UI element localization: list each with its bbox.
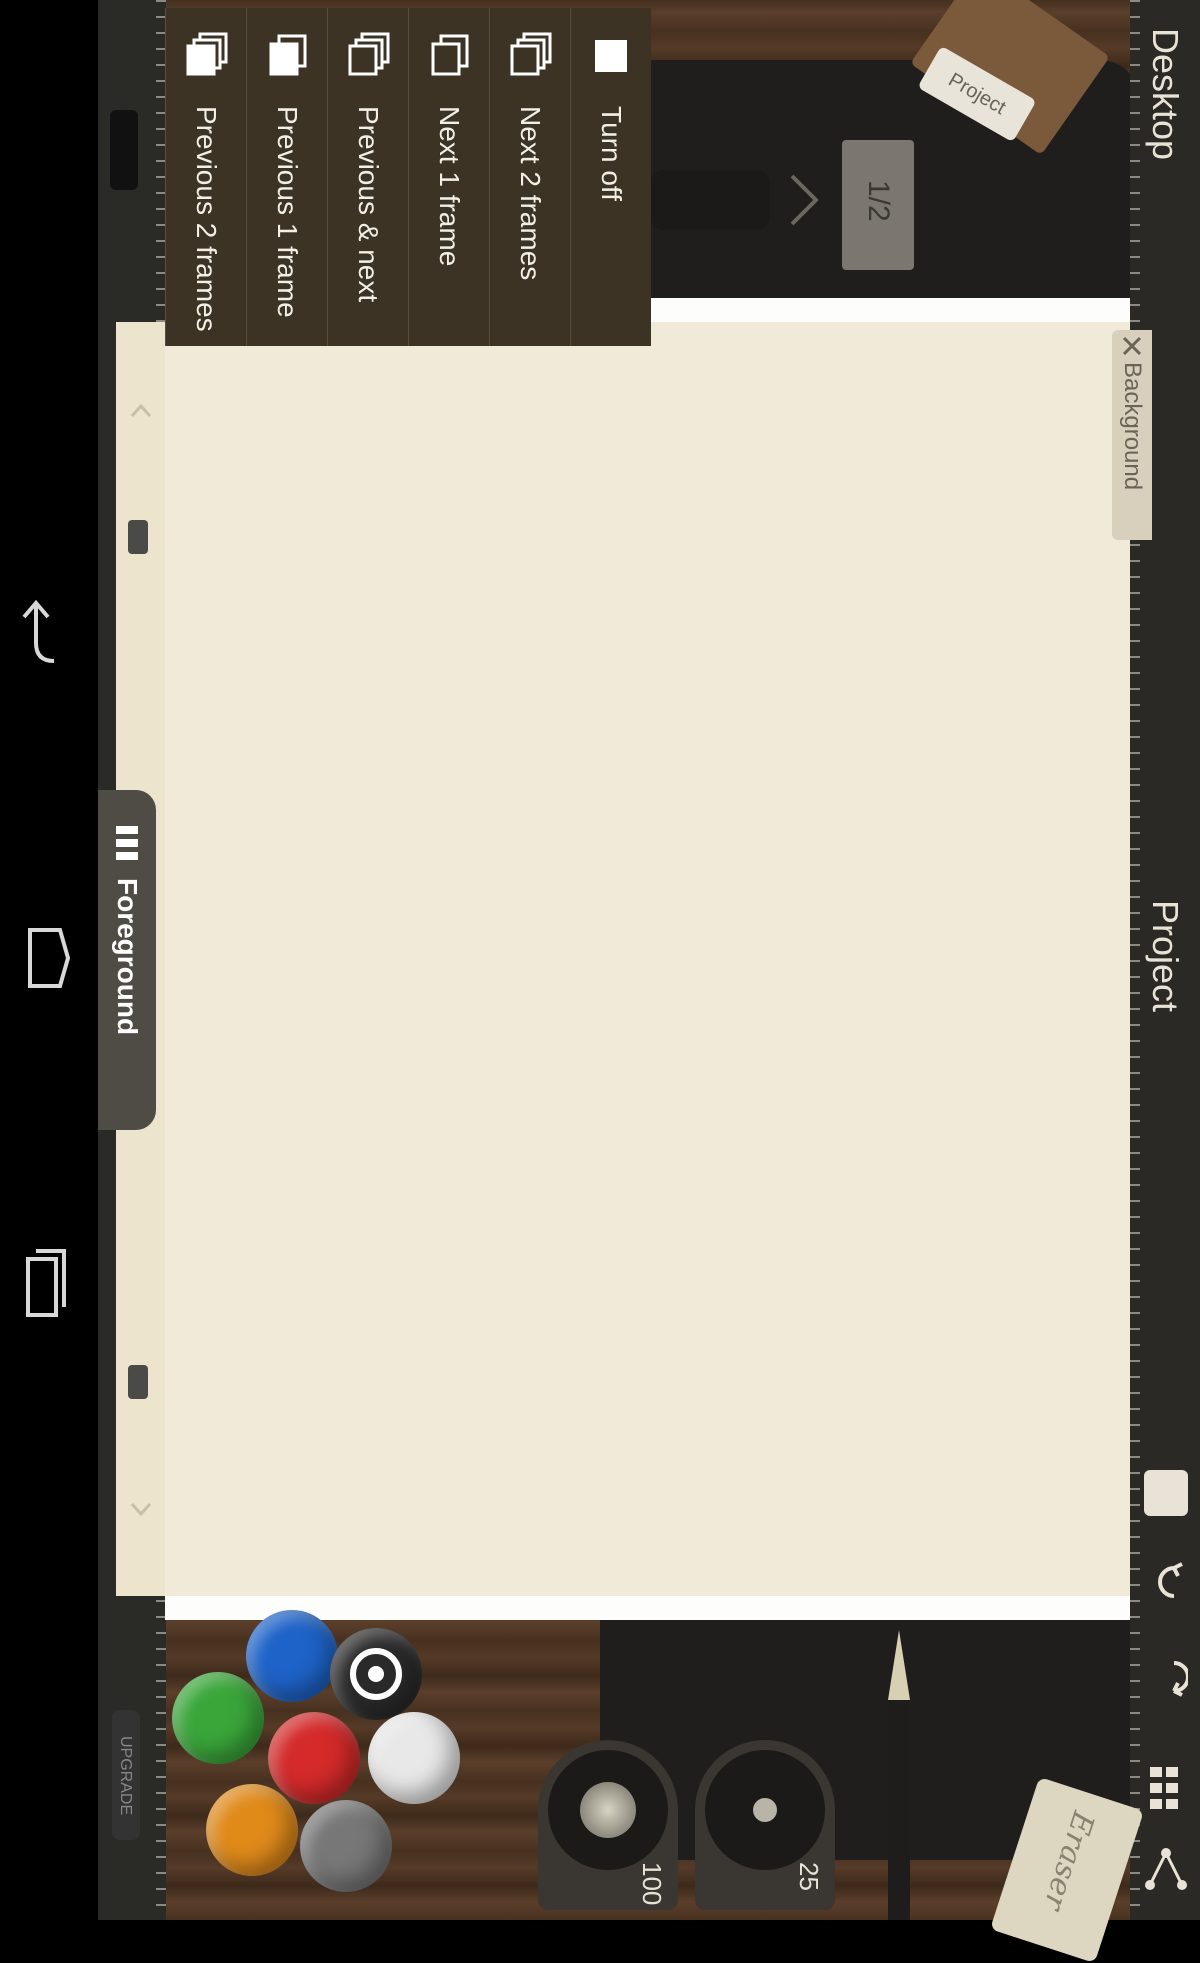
menu-item-label: Turn off bbox=[596, 106, 627, 201]
desktop-button[interactable]: Desktop bbox=[1144, 28, 1186, 160]
pencil-tool[interactable] bbox=[888, 1700, 910, 1920]
paper-clip-bottom bbox=[128, 1365, 148, 1399]
paper-clip-top bbox=[128, 520, 148, 554]
menu-item-previous-and-next[interactable]: Previous & next bbox=[327, 8, 408, 346]
stack-prev-1-icon bbox=[269, 34, 307, 76]
brush-size-value: 100 bbox=[637, 1862, 667, 1906]
chevron-down-icon[interactable] bbox=[128, 1496, 154, 1522]
color-cup-white[interactable] bbox=[368, 1712, 460, 1804]
opacity-knob[interactable]: 25 bbox=[695, 1740, 835, 1910]
onion-skin-menu: Turn off Next 2 frames Next 1 frame Prev… bbox=[165, 8, 651, 346]
system-navigation-bar bbox=[0, 0, 98, 1920]
eraser-label: Eraser bbox=[1036, 1807, 1101, 1915]
menu-item-previous-2-frames[interactable]: Previous 2 frames bbox=[165, 8, 246, 346]
brush-size-knob[interactable]: 100 bbox=[538, 1740, 678, 1910]
brush-size-dial bbox=[548, 1750, 668, 1870]
frames-icon[interactable] bbox=[1150, 1765, 1180, 1809]
stack-next-1-icon bbox=[431, 34, 469, 76]
stack-prev-2-icon bbox=[186, 32, 228, 76]
menu-item-next-1-frame[interactable]: Next 1 frame bbox=[408, 8, 489, 346]
menu-item-label: Next 2 frames bbox=[515, 106, 546, 281]
redo-icon[interactable] bbox=[1144, 1655, 1190, 1699]
foreground-label: Foreground bbox=[112, 878, 143, 1036]
color-cup-green[interactable] bbox=[172, 1672, 264, 1764]
menu-item-next-2-frames[interactable]: Next 2 frames bbox=[489, 8, 570, 346]
color-cup-black[interactable] bbox=[330, 1628, 422, 1720]
chevron-right-icon[interactable] bbox=[790, 170, 820, 230]
menu-item-previous-1-frame[interactable]: Previous 1 frame bbox=[246, 8, 327, 346]
light-toggle-switch[interactable] bbox=[110, 110, 138, 190]
selected-color-indicator bbox=[350, 1648, 402, 1700]
frame-scrubber[interactable] bbox=[650, 170, 770, 230]
color-cup-blue[interactable] bbox=[246, 1610, 338, 1702]
save-icon[interactable] bbox=[1144, 1470, 1188, 1516]
color-cup-red[interactable] bbox=[268, 1712, 360, 1804]
color-cup-gray[interactable] bbox=[300, 1800, 392, 1892]
share-icon[interactable] bbox=[1142, 1845, 1190, 1893]
single-frame-icon bbox=[595, 40, 627, 72]
menu-item-label: Previous 1 frame bbox=[272, 106, 303, 318]
menu-item-turn-off[interactable]: Turn off bbox=[570, 8, 651, 346]
right-toolbar: Desktop Project bbox=[1130, 0, 1200, 1920]
menu-item-label: Previous 2 frames bbox=[191, 106, 222, 332]
hide-layer-icon bbox=[1120, 334, 1144, 358]
upgrade-label: UPGRADE bbox=[117, 1736, 134, 1816]
selected-dot bbox=[368, 1666, 384, 1682]
brush-size-preview bbox=[580, 1782, 636, 1838]
drawing-canvas[interactable] bbox=[165, 322, 1130, 1596]
background-label: Background bbox=[1119, 362, 1146, 491]
page-counter-label: 1/2 bbox=[862, 180, 895, 222]
ruler-ticks bbox=[1130, 0, 1140, 1920]
foreground-layer-tab[interactable]: Foreground bbox=[98, 790, 156, 1130]
stack-next-2-icon bbox=[510, 32, 552, 76]
chevron-up-icon[interactable] bbox=[128, 398, 154, 424]
opacity-dial bbox=[705, 1750, 825, 1870]
menu-item-label: Previous & next bbox=[353, 106, 384, 303]
color-cup-orange[interactable] bbox=[206, 1784, 298, 1876]
home-icon[interactable] bbox=[14, 898, 78, 1018]
recents-icon[interactable] bbox=[14, 1225, 78, 1345]
undo-icon[interactable] bbox=[1144, 1560, 1188, 1604]
layers-icon bbox=[116, 826, 138, 862]
page-counter: 1/2 bbox=[842, 140, 914, 270]
upgrade-button[interactable]: UPGRADE bbox=[112, 1710, 140, 1840]
back-icon[interactable] bbox=[14, 575, 78, 695]
menu-item-label: Next 1 frame bbox=[434, 106, 465, 267]
stack-prev-next-icon bbox=[348, 32, 390, 76]
background-layer-tab[interactable]: Background bbox=[1112, 330, 1152, 540]
pencil-tip bbox=[888, 1630, 910, 1700]
opacity-preview bbox=[753, 1798, 777, 1822]
opacity-value: 25 bbox=[794, 1862, 824, 1891]
project-title[interactable]: Project bbox=[1144, 900, 1186, 1012]
